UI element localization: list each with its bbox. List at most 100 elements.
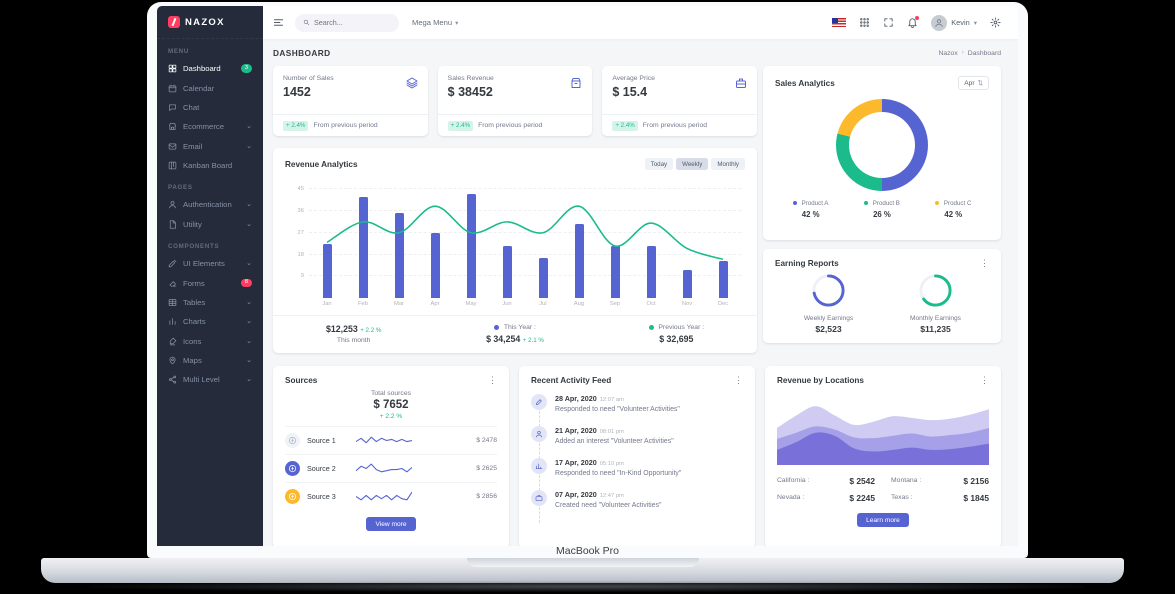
sidebar-item[interactable]: Kanban Board (157, 156, 263, 175)
select-arrows-icon: ⇅ (978, 79, 983, 87)
sidebar-item[interactable]: Maps ⌄ (157, 351, 263, 370)
prev-year-label: Previous Year : (658, 324, 704, 331)
stat-cards-row: Number of Sales 1452 + 2.4% From previou… (273, 66, 757, 136)
source-row[interactable]: Source 3 $ 2856 (285, 482, 497, 510)
sidebar-item[interactable]: Icons ⌄ (157, 332, 263, 351)
apps-grid-icon[interactable] (859, 17, 870, 28)
chevron-down-icon: ⌄ (246, 338, 252, 345)
sidebar-item[interactable]: Authentication ⌄ (157, 195, 263, 214)
breadcrumb-separator-icon: › (962, 50, 964, 56)
search-input[interactable] (314, 18, 392, 27)
sources-title: Sources (285, 376, 317, 385)
prev-year-value: $ 32,695 (596, 334, 757, 344)
laptop-shadow (90, 581, 1085, 592)
laptop-frame: NAZOX MENU Dashboard 3 (147, 2, 1028, 558)
revenue-locations-card: Revenue by Locations ⋮ California : $ 25… (765, 366, 1001, 546)
app-logo-text: NAZOX (185, 17, 225, 28)
mega-menu-button[interactable]: Mega Menu ▾ (412, 18, 458, 27)
earning-items: Weekly Earnings $2,523 (775, 273, 989, 334)
coin-icon (288, 492, 297, 501)
sidebar-item[interactable]: Calendar (157, 78, 263, 97)
chart-range-tab[interactable]: Today (645, 158, 674, 170)
legend-dot-icon (793, 201, 797, 205)
this-year-label: This Year : (504, 324, 536, 331)
kebab-menu-icon[interactable]: ⋮ (980, 259, 989, 268)
bar-chart-icon (168, 317, 177, 326)
source-avatar (285, 461, 300, 476)
view-more-button[interactable]: View more (366, 517, 415, 531)
main-area: Mega Menu ▾ (263, 6, 1018, 546)
chat-icon (168, 103, 177, 112)
chevron-down-icon: ▾ (974, 19, 977, 27)
sidebar-item[interactable]: Email ⌄ (157, 137, 263, 156)
sidebar-item[interactable]: UI Elements ⌄ (157, 254, 263, 273)
legend-dot-icon (935, 201, 939, 205)
sidebar-item[interactable]: Ecommerce ⌄ (157, 117, 263, 136)
topbar: Mega Menu ▾ (263, 6, 1018, 39)
earning-item: Monthly Earnings $11,235 (882, 273, 989, 334)
user-shield-icon (168, 200, 177, 209)
chart-range-tab[interactable]: Monthly (711, 158, 745, 170)
sidebar-components-list: UI Elements ⌄ Forms 8 (157, 254, 263, 390)
archive-icon (570, 77, 582, 89)
sidebar-item[interactable]: Chat (157, 98, 263, 117)
sidebar-item[interactable]: Charts ⌄ (157, 312, 263, 331)
stat-card: Number of Sales 1452 + 2.4% From previou… (273, 66, 428, 136)
chevron-down-icon: ⌄ (246, 318, 252, 325)
kebab-menu-icon[interactable]: ⋮ (488, 376, 497, 385)
chevron-down-icon: ⌄ (246, 376, 252, 383)
recent-activity-card: Recent Activity Feed ⋮ 28 Apr, 202 (519, 366, 755, 546)
chevron-down-icon: ⌄ (246, 201, 252, 208)
sidebar-menu-list: Dashboard 3 Calendar (157, 59, 263, 175)
language-flag-icon[interactable] (832, 18, 846, 27)
sparkline-chart (356, 489, 412, 504)
user-avatar (931, 15, 947, 31)
sales-analytics-card: Sales Analytics Apr ⇅ (763, 66, 1001, 240)
breadcrumb-home[interactable]: Nazox (938, 50, 957, 57)
sidebar-section-label-menu: MENU (157, 39, 263, 59)
sidebar-item[interactable]: Utility ⌄ (157, 215, 263, 234)
search-input-wrap[interactable] (295, 14, 399, 32)
sidebar-item[interactable]: Tables ⌄ (157, 293, 263, 312)
briefcase-icon (735, 77, 747, 89)
sidebar-badge: 3 (241, 64, 252, 73)
radial-progress-chart (811, 273, 846, 308)
breadcrumb: Nazox › Dashboard (938, 50, 1001, 57)
revenue-chart-x-axis: JanFebMarAprMayJunJulAugSepOctNovDec (309, 301, 741, 307)
sidebar-section-label-pages: PAGES (157, 175, 263, 195)
learn-more-button[interactable]: Learn more (857, 513, 909, 527)
sparkline-chart (356, 433, 412, 448)
earning-reports-title: Earning Reports (775, 259, 839, 268)
laptop-base (41, 558, 1124, 583)
legend-item: Product C 42 % (918, 200, 989, 219)
kebab-menu-icon[interactable]: ⋮ (734, 376, 743, 385)
notifications-bell-icon[interactable] (907, 17, 918, 28)
sources-list: Source 1 $ 2478 (285, 426, 497, 510)
settings-gear-icon[interactable] (990, 17, 1001, 28)
sidebar-item[interactable]: Multi Level ⌄ (157, 370, 263, 389)
menu-toggle-icon[interactable] (273, 17, 284, 28)
prev-year-dot-icon (649, 325, 654, 330)
radial-progress-chart (918, 273, 953, 308)
email-icon (168, 142, 177, 151)
fullscreen-icon[interactable] (883, 17, 894, 28)
month-label: This month (273, 337, 434, 344)
sidebar-item[interactable]: Forms 8 (157, 273, 263, 292)
this-year-delta: + 2.1 % (523, 337, 544, 344)
dashboard-screen: NAZOX MENU Dashboard 3 (157, 6, 1018, 546)
brush-icon (168, 337, 177, 346)
eraser-icon (168, 279, 177, 288)
source-row[interactable]: Source 1 $ 2478 (285, 426, 497, 454)
store-icon (168, 122, 177, 131)
chevron-down-icon: ⌄ (246, 357, 252, 364)
source-row[interactable]: Source 2 $ 2625 (285, 454, 497, 482)
edit-icon (531, 394, 547, 410)
app-logo[interactable]: NAZOX (157, 6, 263, 39)
sidebar-item[interactable]: Dashboard 3 (157, 59, 263, 78)
chart-range-tabs: Today Weekly Monthly (645, 158, 745, 170)
month-select[interactable]: Apr ⇅ (958, 76, 989, 90)
kebab-menu-icon[interactable]: ⋮ (980, 376, 989, 385)
user-menu[interactable]: Kevin ▾ (931, 15, 977, 31)
chart-range-tab[interactable]: Weekly (676, 158, 708, 170)
chevron-down-icon: ⌄ (246, 260, 252, 267)
